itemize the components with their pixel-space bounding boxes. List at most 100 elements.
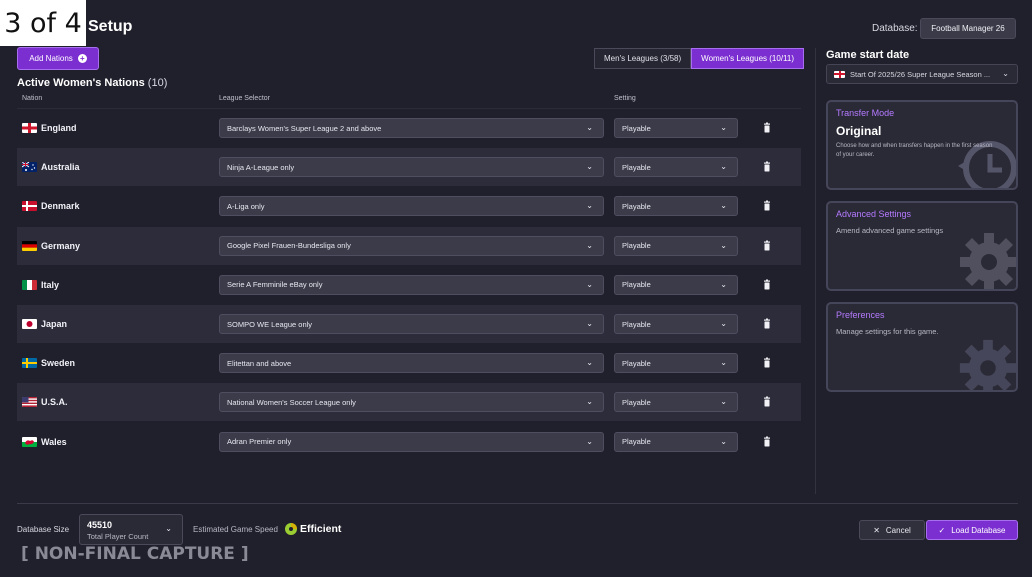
trash-icon[interactable] bbox=[761, 122, 773, 134]
flag-england-icon bbox=[834, 70, 845, 78]
setting-selector[interactable]: Playable ⌄ bbox=[614, 274, 738, 295]
tab-mens-leagues[interactable]: Men's Leagues (3/58) bbox=[594, 48, 692, 69]
column-header-nation: Nation bbox=[22, 95, 43, 102]
section-count: (10) bbox=[147, 77, 168, 89]
nation-name: Sweden bbox=[41, 358, 76, 369]
flag-italy-icon bbox=[22, 279, 37, 290]
chevron-down-icon: ⌄ bbox=[586, 201, 593, 211]
nation-row-japan: Japan SOMPO WE League only ⌄ Playable ⌄ bbox=[17, 305, 801, 343]
chevron-down-icon: ⌄ bbox=[586, 319, 593, 328]
cancel-label: Cancel bbox=[885, 525, 911, 535]
database-size-label: Database Size bbox=[17, 525, 70, 534]
transfer-mode-description: Choose how and when transfers happen in … bbox=[836, 143, 993, 158]
flag-england-icon bbox=[22, 123, 37, 133]
cancel-button[interactable]: ✕ Cancel bbox=[859, 520, 925, 540]
database-size-select[interactable]: 45510 Total Player Count ⌄ bbox=[79, 514, 183, 545]
setting-selector[interactable]: Playable ⌄ bbox=[614, 314, 738, 334]
nation-row-denmark: Denmark A-Liga only ⌄ Playable ⌄ bbox=[17, 187, 801, 225]
transfer-mode-value: Original bbox=[836, 124, 882, 138]
plus-icon: + bbox=[77, 54, 87, 63]
preferences-panel[interactable]: Preferences Manage settings for this gam… bbox=[826, 302, 1018, 392]
setting-selector[interactable]: Playable ⌄ bbox=[614, 235, 738, 256]
league-selector[interactable]: Google Pixel Frauen-Bundesliga only ⌄ bbox=[219, 235, 604, 256]
nation-name: Italy bbox=[41, 279, 60, 290]
preferences-description: Manage settings for this game. bbox=[836, 327, 939, 336]
league-selector-value: National Women's Soccer League only bbox=[227, 397, 356, 407]
chevron-down-icon: ⌄ bbox=[720, 436, 727, 446]
league-selector[interactable]: National Women's Soccer League only ⌄ bbox=[219, 392, 604, 413]
flag-usa-icon bbox=[22, 397, 37, 408]
preferences-title: Preferences bbox=[836, 310, 885, 320]
league-selector[interactable]: SOMPO WE League only ⌄ bbox=[219, 314, 604, 334]
flag-denmark-icon bbox=[22, 201, 37, 212]
database-size-value: 45510 bbox=[87, 520, 113, 530]
setting-selector[interactable]: Playable ⌄ bbox=[614, 196, 738, 217]
trash-icon[interactable] bbox=[761, 161, 773, 173]
step-indicator: 3 of 4 bbox=[0, 0, 86, 46]
nation-row-usa: U.S.A. National Women's Soccer League onl… bbox=[17, 383, 801, 422]
setting-selector[interactable]: Playable ⌄ bbox=[614, 118, 738, 138]
load-database-button[interactable]: ✓ Load Database bbox=[926, 520, 1018, 540]
league-selector-value: Elitettan and above bbox=[227, 358, 292, 368]
nation-name: England bbox=[41, 123, 77, 133]
flag-germany-icon bbox=[22, 240, 37, 251]
game-start-date-value: Start Of 2025/26 Super League Season ... bbox=[850, 69, 991, 79]
column-header-league: League Selector bbox=[219, 95, 270, 102]
setting-selector[interactable]: Playable ⌄ bbox=[614, 157, 738, 178]
chevron-down-icon: ⌄ bbox=[586, 162, 593, 172]
nation-name: Wales bbox=[41, 436, 67, 447]
load-database-label: Load Database bbox=[951, 525, 1006, 535]
trash-icon[interactable] bbox=[761, 318, 773, 330]
trash-icon[interactable] bbox=[761, 436, 773, 448]
gear-icon bbox=[960, 233, 1016, 289]
chevron-down-icon: ⌄ bbox=[720, 240, 727, 250]
game-start-date-select[interactable]: Start Of 2025/26 Super League Season ...… bbox=[826, 64, 1018, 84]
page-title: Setup bbox=[88, 18, 133, 35]
league-selector[interactable]: Serie A Femminile eBay only ⌄ bbox=[219, 274, 604, 295]
league-selector[interactable]: Barclays Women's Super League 2 and abov… bbox=[219, 118, 604, 138]
game-speed-value: Efficient bbox=[300, 523, 342, 535]
check-icon: ✓ bbox=[938, 525, 946, 535]
league-selector[interactable]: Elitettan and above ⌄ bbox=[219, 353, 604, 374]
database-select-button[interactable]: Football Manager 26 bbox=[920, 18, 1016, 39]
league-type-toggle: Men's Leagues (3/58) Women's Leagues (10… bbox=[594, 48, 805, 69]
add-nations-button[interactable]: Add Nations + bbox=[17, 47, 99, 70]
setting-selector-value: Playable bbox=[622, 201, 651, 211]
setting-selector[interactable]: Playable ⌄ bbox=[614, 392, 738, 413]
tab-label: Men's Leagues bbox=[604, 54, 659, 63]
transfer-mode-panel[interactable]: Transfer Mode Original Choose how and wh… bbox=[826, 100, 1018, 190]
add-nations-label: Add Nations bbox=[29, 54, 73, 63]
nation-name: Japan bbox=[41, 319, 68, 329]
trash-icon[interactable] bbox=[761, 357, 773, 369]
watermark: [ NON-FINAL CAPTURE ] bbox=[21, 544, 249, 564]
chevron-down-icon: ⌄ bbox=[586, 279, 593, 289]
flag-japan-icon bbox=[22, 319, 37, 329]
league-selector-value: Serie A Femminile eBay only bbox=[227, 280, 323, 290]
speed-gauge-icon bbox=[285, 523, 297, 535]
nation-row-australia: Australia Ninja A-League only ⌄ Playable ⌄ bbox=[17, 148, 801, 187]
setting-selector-value: Playable bbox=[622, 437, 651, 447]
chevron-down-icon: ⌄ bbox=[165, 524, 172, 533]
advanced-settings-panel[interactable]: Advanced Settings Amend advanced game se… bbox=[826, 201, 1018, 291]
nation-row-germany: Germany Google Pixel Frauen-Bundesliga on… bbox=[17, 226, 801, 265]
setting-selector[interactable]: Playable ⌄ bbox=[614, 431, 738, 452]
trash-icon[interactable] bbox=[761, 200, 773, 212]
tab-womens-leagues[interactable]: Women's Leagues (10/11) bbox=[691, 48, 805, 69]
chevron-down-icon: ⌄ bbox=[720, 397, 727, 407]
database-label: Database: bbox=[872, 23, 918, 34]
league-selector[interactable]: Adran Premier only ⌄ bbox=[219, 431, 604, 452]
column-header-setting: Setting bbox=[614, 95, 636, 102]
league-selector[interactable]: A-Liga only ⌄ bbox=[219, 196, 604, 217]
advanced-settings-title: Advanced Settings bbox=[836, 209, 912, 219]
setting-selector[interactable]: Playable ⌄ bbox=[614, 353, 738, 374]
trash-icon[interactable] bbox=[761, 279, 773, 291]
chevron-down-icon: ⌄ bbox=[720, 358, 727, 368]
tab-label: Women's Leagues bbox=[701, 54, 768, 63]
chevron-down-icon: ⌄ bbox=[586, 123, 593, 132]
trash-icon[interactable] bbox=[761, 396, 773, 408]
close-icon: ✕ bbox=[873, 525, 880, 535]
league-selector-value: SOMPO WE League only bbox=[227, 319, 313, 329]
trash-icon[interactable] bbox=[761, 240, 773, 252]
nation-row-england: England Barclays Women's Super League 2 a… bbox=[17, 109, 801, 147]
league-selector[interactable]: Ninja A-League only ⌄ bbox=[219, 157, 604, 178]
